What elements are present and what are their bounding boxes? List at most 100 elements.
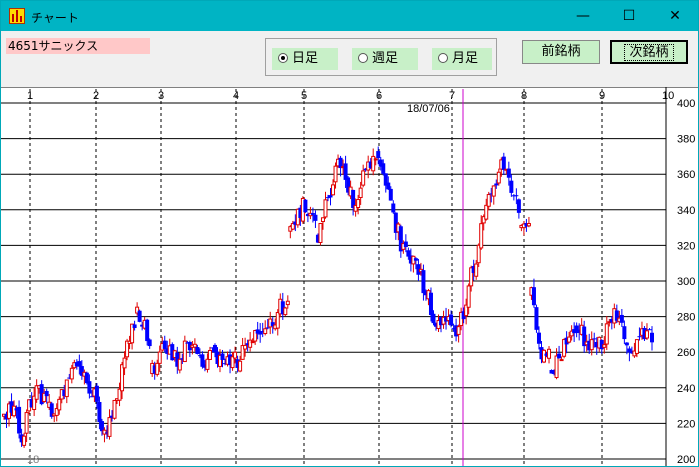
candle-up [243, 344, 248, 350]
y-tick-label: 260 [677, 347, 695, 359]
candle-up [466, 285, 471, 308]
candle-up [263, 328, 268, 335]
candle-up [373, 158, 378, 161]
candle-down [449, 314, 454, 326]
candle-down [265, 327, 270, 329]
maximize-button[interactable]: ☐ [606, 1, 652, 31]
candle-up [192, 343, 197, 348]
candle-up [102, 429, 107, 435]
radio-unselected-icon [358, 52, 368, 63]
candle-up [182, 340, 187, 363]
candle-down [147, 339, 152, 347]
candle-down [650, 332, 654, 343]
y-tick-label: 200 [677, 454, 695, 466]
y-tick-label: 400 [677, 98, 695, 110]
radio-monthly[interactable]: 月足 [432, 48, 492, 70]
y-tick-label: 380 [677, 134, 695, 146]
candle-up [57, 398, 62, 411]
month-label: 3 [158, 90, 164, 102]
candle-down [17, 406, 22, 434]
close-button[interactable]: ✕ [652, 1, 698, 31]
next-stock-button[interactable]: 次銘柄 [610, 40, 688, 64]
candle-down [94, 385, 99, 402]
radio-daily[interactable]: 日足 [272, 48, 338, 70]
candle-down [428, 292, 433, 316]
month-label: 2 [93, 90, 99, 102]
candle-up [602, 344, 607, 348]
candle-up [496, 171, 501, 184]
candle-up [122, 357, 127, 369]
date-marker-label: 18/07/06 [407, 103, 450, 115]
radio-unselected-icon [438, 52, 448, 63]
toolbar: 4651サニックス 日足 週足 月足 前銘柄 次銘柄 [1, 31, 698, 87]
candle-down [77, 361, 82, 367]
radio-selected-icon [278, 52, 288, 63]
radio-daily-label: 日足 [292, 51, 319, 66]
candle-down [516, 199, 521, 213]
candle-down [97, 401, 102, 423]
candle-down [494, 183, 499, 186]
radio-weekly[interactable]: 週足 [352, 48, 418, 70]
candle-up [474, 263, 479, 277]
candle-down [509, 180, 514, 193]
candle-up [361, 170, 366, 186]
candle-up [205, 358, 210, 370]
candle-down [313, 214, 318, 221]
candle-down [413, 258, 418, 261]
candle-up [542, 349, 546, 363]
candle-down [44, 390, 49, 397]
candle-up [589, 339, 594, 351]
prev-stock-button[interactable]: 前銘柄 [522, 40, 600, 64]
candle-up [120, 364, 125, 392]
candle-up [526, 223, 531, 227]
candle-down [637, 336, 642, 338]
candle-down [391, 203, 396, 213]
candle-down [531, 287, 536, 306]
candle-up [112, 399, 117, 419]
candle-up [318, 222, 323, 244]
candle-down [137, 310, 142, 322]
candle-down [132, 324, 137, 329]
month-label: 6 [376, 90, 382, 102]
month-label: 5 [301, 90, 307, 102]
candle-down [619, 314, 624, 323]
stock-code-field[interactable]: 4651サニックス [6, 38, 150, 54]
candle-up [559, 359, 564, 362]
candle-up [644, 330, 649, 339]
candle-up [285, 300, 290, 306]
candle-down [212, 344, 217, 353]
candle-up [275, 312, 280, 329]
y-tick-label: 300 [677, 276, 695, 288]
candle-down [162, 340, 167, 349]
candle-down [220, 353, 225, 360]
candle-up [634, 339, 639, 354]
candle-down [87, 381, 92, 394]
y-tick-label: 240 [677, 383, 695, 395]
candle-up [64, 379, 69, 398]
candlestick-chart[interactable]: 200 220 240 260 280 300 320 340 360 380 400 1 2 3 4 5 6 7… [1, 87, 698, 466]
month-label: 10 [662, 90, 674, 102]
minimize-button[interactable]: — [560, 1, 606, 31]
candle-up [155, 362, 160, 375]
candle-up [486, 194, 491, 207]
candle-down [386, 182, 391, 190]
candle-up [107, 417, 112, 437]
candle-up [22, 435, 27, 446]
candle-up [567, 336, 572, 343]
title-bar[interactable]: チャート — ☐ ✕ [1, 1, 698, 31]
candle-up [491, 185, 496, 197]
candle-up [238, 360, 243, 372]
candle-down [592, 338, 597, 340]
candle-up [207, 349, 212, 360]
next-stock-label: 次銘柄 [624, 44, 674, 61]
candle-down [501, 156, 506, 170]
candle-down [534, 307, 539, 330]
candle-down [403, 241, 408, 247]
radio-weekly-label: 週足 [372, 51, 399, 66]
y-tick-label: 340 [677, 205, 695, 217]
month-label: 4 [233, 90, 239, 102]
candle-up [157, 351, 162, 364]
candle-down [536, 332, 541, 344]
candle-up [283, 307, 288, 316]
chart-background [1, 87, 698, 466]
